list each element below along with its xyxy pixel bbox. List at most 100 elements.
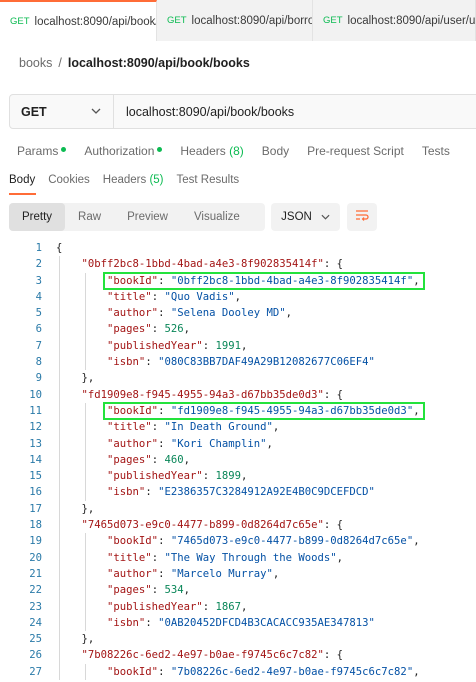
format-select[interactable]: JSON — [271, 203, 340, 231]
breadcrumb-collection[interactable]: books — [19, 56, 52, 70]
json-number-value: 534 — [164, 584, 184, 597]
breadcrumb-separator: / — [58, 56, 62, 70]
json-punctuation: : — [151, 584, 165, 597]
line-number: 14 — [29, 453, 42, 466]
json-punctuation: , — [413, 535, 420, 548]
headers-count: (8) — [229, 144, 244, 158]
tab-response-headers-label: Headers — [102, 174, 147, 186]
method-select[interactable]: GET — [10, 95, 114, 128]
indent-guide — [84, 402, 86, 420]
code-line: 9}, — [0, 370, 476, 387]
json-punctuation: : — [151, 290, 165, 303]
tab-params[interactable]: Params — [17, 144, 67, 158]
indent-guide — [84, 451, 86, 469]
code-line: 21 "author": "Marcelo Murray", — [0, 565, 476, 583]
json-key: "author" — [107, 307, 159, 320]
view-mode-group: Pretty Raw Preview Visualize — [9, 203, 265, 231]
indent-guide — [59, 614, 60, 632]
tab-authorization[interactable]: Authorization — [84, 144, 163, 158]
json-key: "isbn" — [107, 486, 146, 499]
highlight-box — [103, 271, 425, 290]
code-line: 10 "fd1909e8-f945-4955-94a3-d67bb35de0d3"… — [0, 386, 476, 403]
indent-guide — [59, 386, 60, 403]
indent-guide — [59, 321, 60, 338]
indent-guide — [84, 663, 86, 681]
indent-guide — [84, 614, 86, 632]
code-line: 22 "pages": 534, — [0, 582, 476, 599]
pretty-button[interactable]: Pretty — [9, 203, 66, 231]
indent-guide — [59, 272, 60, 289]
json-key: "title" — [107, 290, 152, 303]
tab-response-cookies[interactable]: Cookies — [48, 174, 90, 186]
indent-guide — [84, 582, 86, 599]
line-number: 2 — [35, 258, 42, 271]
json-number-value: 1867 — [215, 600, 241, 613]
json-string-value: "The Way Through the Woods" — [164, 551, 337, 564]
tab-method-label: GET — [323, 15, 343, 26]
code-text: "author": "Selena Dooley MD", — [56, 305, 292, 321]
json-key: "pages" — [107, 453, 152, 466]
indent-guide — [59, 500, 60, 518]
code-text: "isbn": "0AB20452DFCD4B3CACACC935AE34781… — [56, 615, 375, 631]
json-punctuation: : { — [323, 258, 344, 271]
raw-button[interactable]: Raw — [65, 203, 114, 231]
indent-guide — [84, 288, 86, 306]
active-tab-underline — [9, 193, 36, 195]
json-punctuation: : — [151, 551, 165, 564]
json-string-value: "In Death Ground" — [164, 421, 273, 434]
indent-guide — [59, 565, 60, 583]
code-text: "title": "The Way Through the Woods", — [56, 550, 343, 566]
wrap-lines-button[interactable] — [347, 203, 377, 231]
json-punctuation: , — [272, 567, 280, 580]
tab-url-label: localhost:8090/api/user/u — [347, 14, 476, 27]
indent-guide — [59, 370, 60, 387]
line-number: 27 — [29, 665, 42, 678]
breadcrumb-request[interactable]: localhost:8090/api/book/books — [68, 56, 250, 70]
code-line: 11 "bookId": "fd1909e8-f945-4955-94a3-d67… — [0, 401, 476, 420]
tab-tests[interactable]: Tests — [422, 144, 450, 158]
request-tab-book[interactable]: GET localhost:8090/api/book/ — [0, 0, 157, 41]
json-punctuation: }, — [81, 633, 95, 646]
code-line: 3 "bookId": "0bff2bc8-1bbd-4bad-a4e3-8f90… — [0, 271, 476, 290]
json-punctuation: : — [202, 600, 216, 613]
preview-button[interactable]: Preview — [114, 203, 181, 231]
url-input[interactable]: localhost:8090/api/book/books — [114, 95, 294, 128]
method-label: GET — [21, 104, 47, 119]
tab-test-results[interactable]: Test Results — [177, 174, 240, 186]
json-key: "pages" — [107, 584, 152, 597]
response-body-editor[interactable]: 1{2 "0bff2bc8-1bbd-4bad-a4e3-8f902835414f… — [0, 240, 476, 681]
json-punctuation: { — [56, 242, 63, 254]
code-line: 19 "bookId": "7465d073-e9c0-4477-b899-0d8… — [0, 533, 476, 550]
json-key: "pages" — [107, 323, 152, 336]
request-tab-borrow[interactable]: GET localhost:8090/api/borro — [157, 0, 313, 41]
code-text: "bookId": "7b08226c-6ed2-4e97-b0ae-f9745… — [56, 664, 420, 680]
json-punctuation: : { — [323, 519, 344, 532]
indent-guide — [59, 582, 60, 599]
json-key: "bookId" — [107, 535, 159, 548]
tab-response-headers[interactable]: Headers (5) — [103, 174, 164, 186]
json-punctuation: : — [202, 339, 216, 352]
json-string-value: "7465d073-e9c0-4477-b899-0d8264d7c65e" — [170, 535, 414, 548]
code-line: 17}, — [0, 500, 476, 518]
json-key: "title" — [107, 421, 152, 434]
visualize-button[interactable]: Visualize — [181, 203, 253, 231]
json-punctuation: , — [266, 437, 273, 450]
code-line: 23 "publishedYear": 1867, — [0, 598, 476, 615]
line-number: 23 — [29, 600, 42, 613]
request-tab-user[interactable]: GET localhost:8090/api/user/u — [313, 0, 476, 41]
indent-guide — [84, 354, 86, 371]
code-line: 4 "title": "Quo Vadis", — [0, 288, 476, 306]
tab-prerequest-script[interactable]: Pre-request Script — [307, 144, 404, 158]
line-number: 24 — [29, 616, 42, 629]
url-bar: GET localhost:8090/api/book/books — [9, 94, 476, 129]
code-text: "pages": 526, — [56, 321, 190, 337]
json-string-value: "080C83BB7DAF49A29B12082677C06EF4" — [158, 356, 375, 369]
tab-headers[interactable]: Headers (8) — [180, 144, 243, 158]
json-punctuation: , — [183, 323, 190, 336]
tab-response-body[interactable]: Body — [9, 174, 35, 186]
line-number: 7 — [35, 339, 42, 352]
json-punctuation: : — [145, 616, 159, 629]
tab-body[interactable]: Body — [262, 144, 289, 158]
code-line: 7 "publishedYear": 1991, — [0, 337, 476, 355]
indent-guide — [59, 305, 60, 322]
